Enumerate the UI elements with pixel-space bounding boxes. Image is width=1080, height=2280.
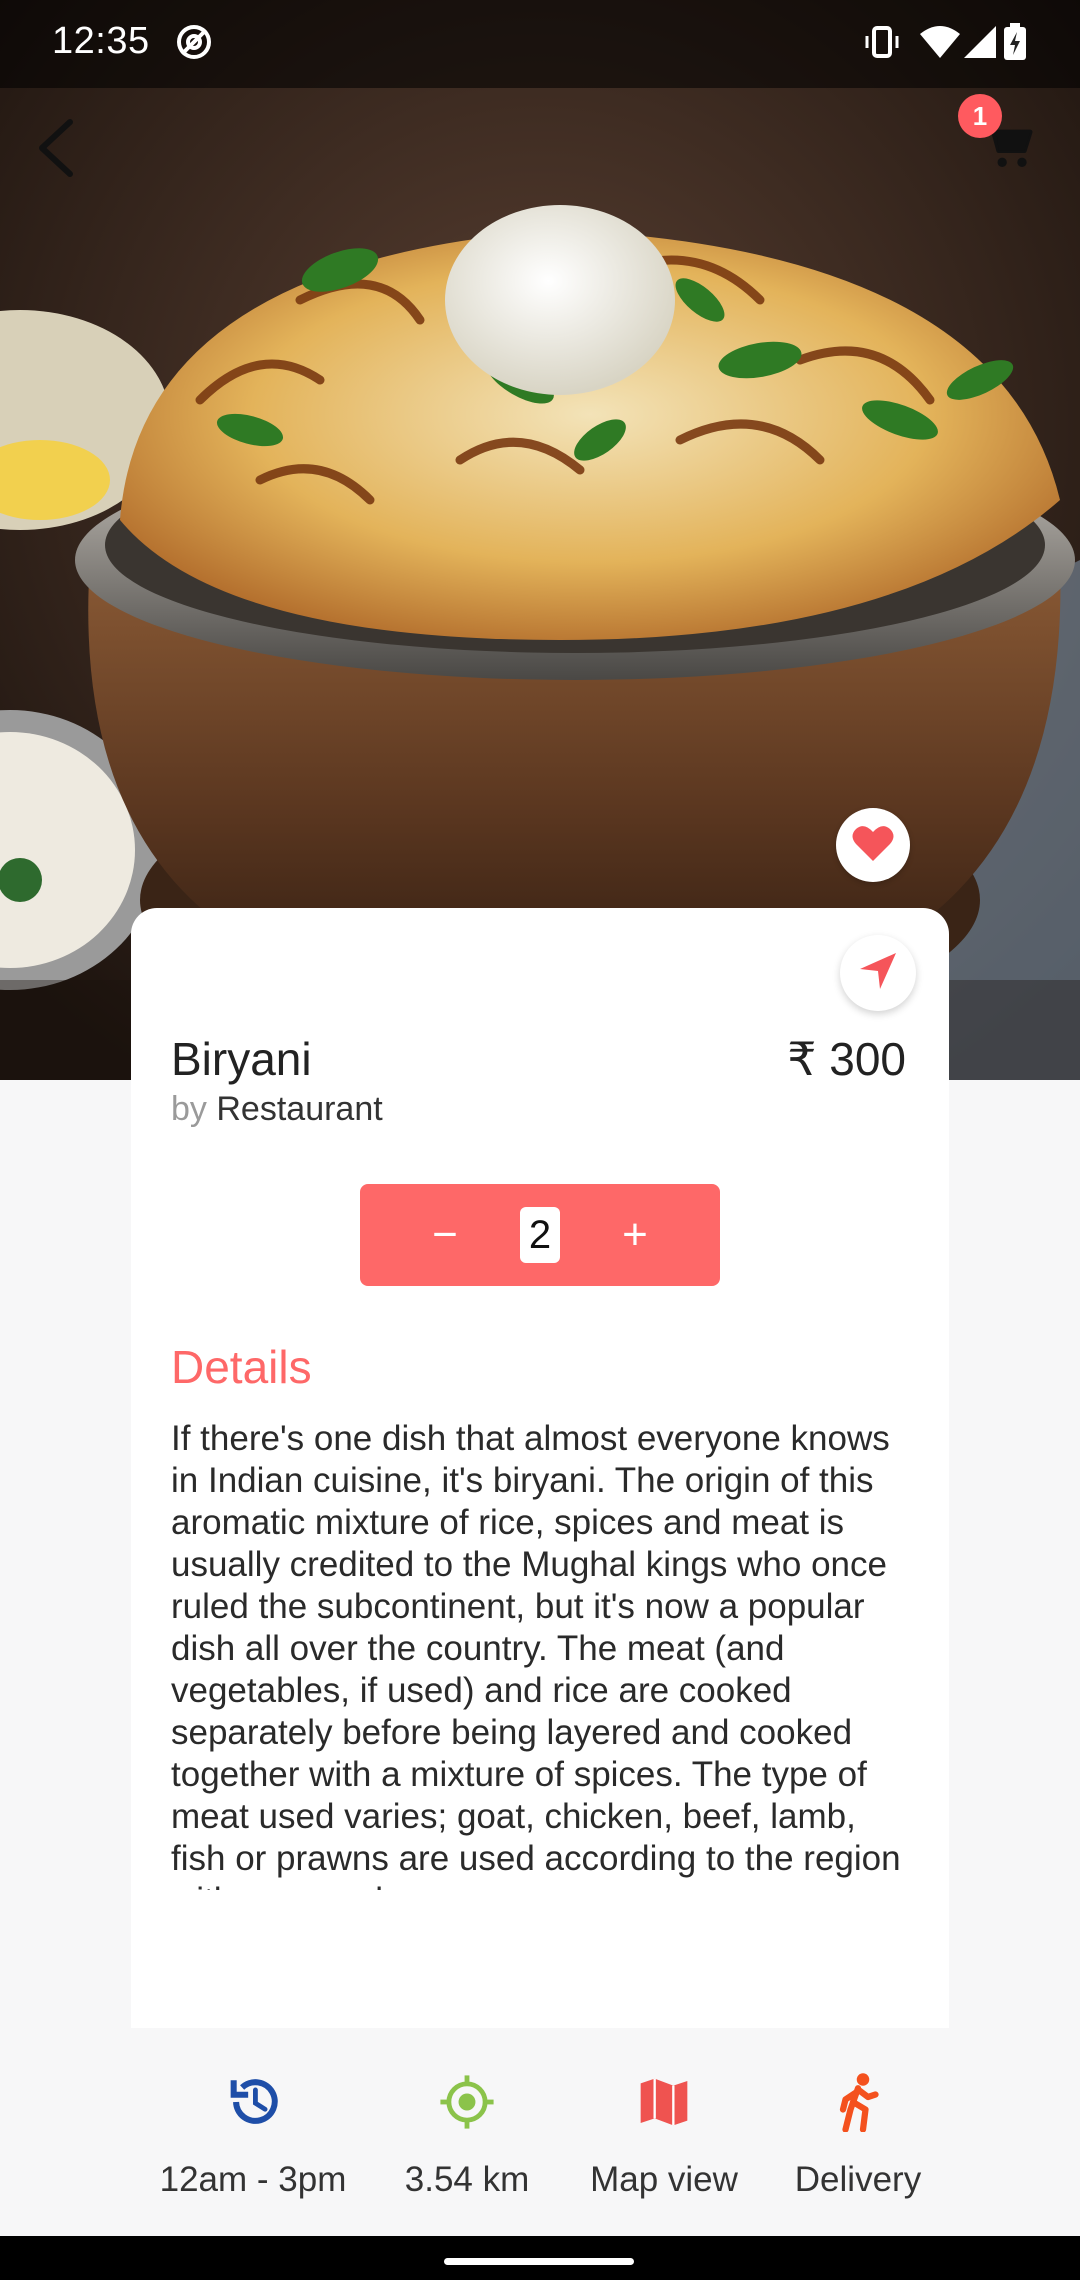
product-name: Biryani — [171, 1033, 312, 1085]
gps-target-icon — [435, 2070, 499, 2134]
cart-icon — [980, 122, 1036, 178]
details-heading: Details — [171, 1341, 312, 1393]
restaurant-name[interactable]: Restaurant — [216, 1090, 382, 1128]
map-view-label: Map view — [590, 2160, 738, 2199]
restaurant-line: by Restaurant — [171, 1090, 383, 1129]
info-map-view[interactable]: Map view — [580, 2028, 748, 2236]
quantity-value: 2 — [520, 1207, 560, 1263]
status-time: 12:35 — [52, 20, 150, 62]
info-distance[interactable]: 3.54 km — [392, 2028, 542, 2236]
increment-button[interactable]: + — [590, 1184, 680, 1286]
favorite-button[interactable] — [836, 808, 910, 882]
map-icon — [632, 2070, 696, 2134]
delivery-label: Delivery — [794, 2160, 922, 2199]
history-icon — [221, 2070, 285, 2134]
chevron-left-icon — [34, 118, 78, 183]
status-bar: 12:35 — [0, 0, 1080, 88]
battery-charging-icon — [1002, 22, 1028, 67]
quantity-stepper: − 2 + — [360, 1184, 720, 1286]
vibrate-icon — [862, 22, 902, 67]
wifi-icon — [918, 22, 962, 67]
back-button[interactable] — [16, 110, 96, 190]
details-text[interactable]: If there's one dish that almost everyone… — [171, 1418, 911, 1890]
system-nav-bar — [0, 2236, 1080, 2280]
navigate-button[interactable] — [840, 935, 916, 1011]
info-bar: 12am - 3pm 3.54 km Map view Delivery — [0, 2028, 1080, 2236]
home-gesture-handle[interactable] — [444, 2258, 634, 2265]
decrement-button[interactable]: − — [400, 1184, 490, 1286]
heart-icon — [851, 823, 895, 868]
cart-badge: 1 — [958, 94, 1002, 138]
info-delivery[interactable]: Delivery — [788, 2028, 928, 2236]
hours-label: 12am - 3pm — [159, 2160, 347, 2199]
distance-label: 3.54 km — [404, 2160, 530, 2199]
walking-person-icon — [826, 2070, 890, 2134]
navigation-arrow-icon — [856, 949, 900, 998]
signal-icon — [962, 22, 998, 67]
product-price: ₹ 300 — [787, 1033, 906, 1085]
info-hours[interactable]: 12am - 3pm — [150, 2028, 356, 2236]
at-sign-icon — [174, 22, 214, 67]
by-label: by — [171, 1090, 207, 1128]
